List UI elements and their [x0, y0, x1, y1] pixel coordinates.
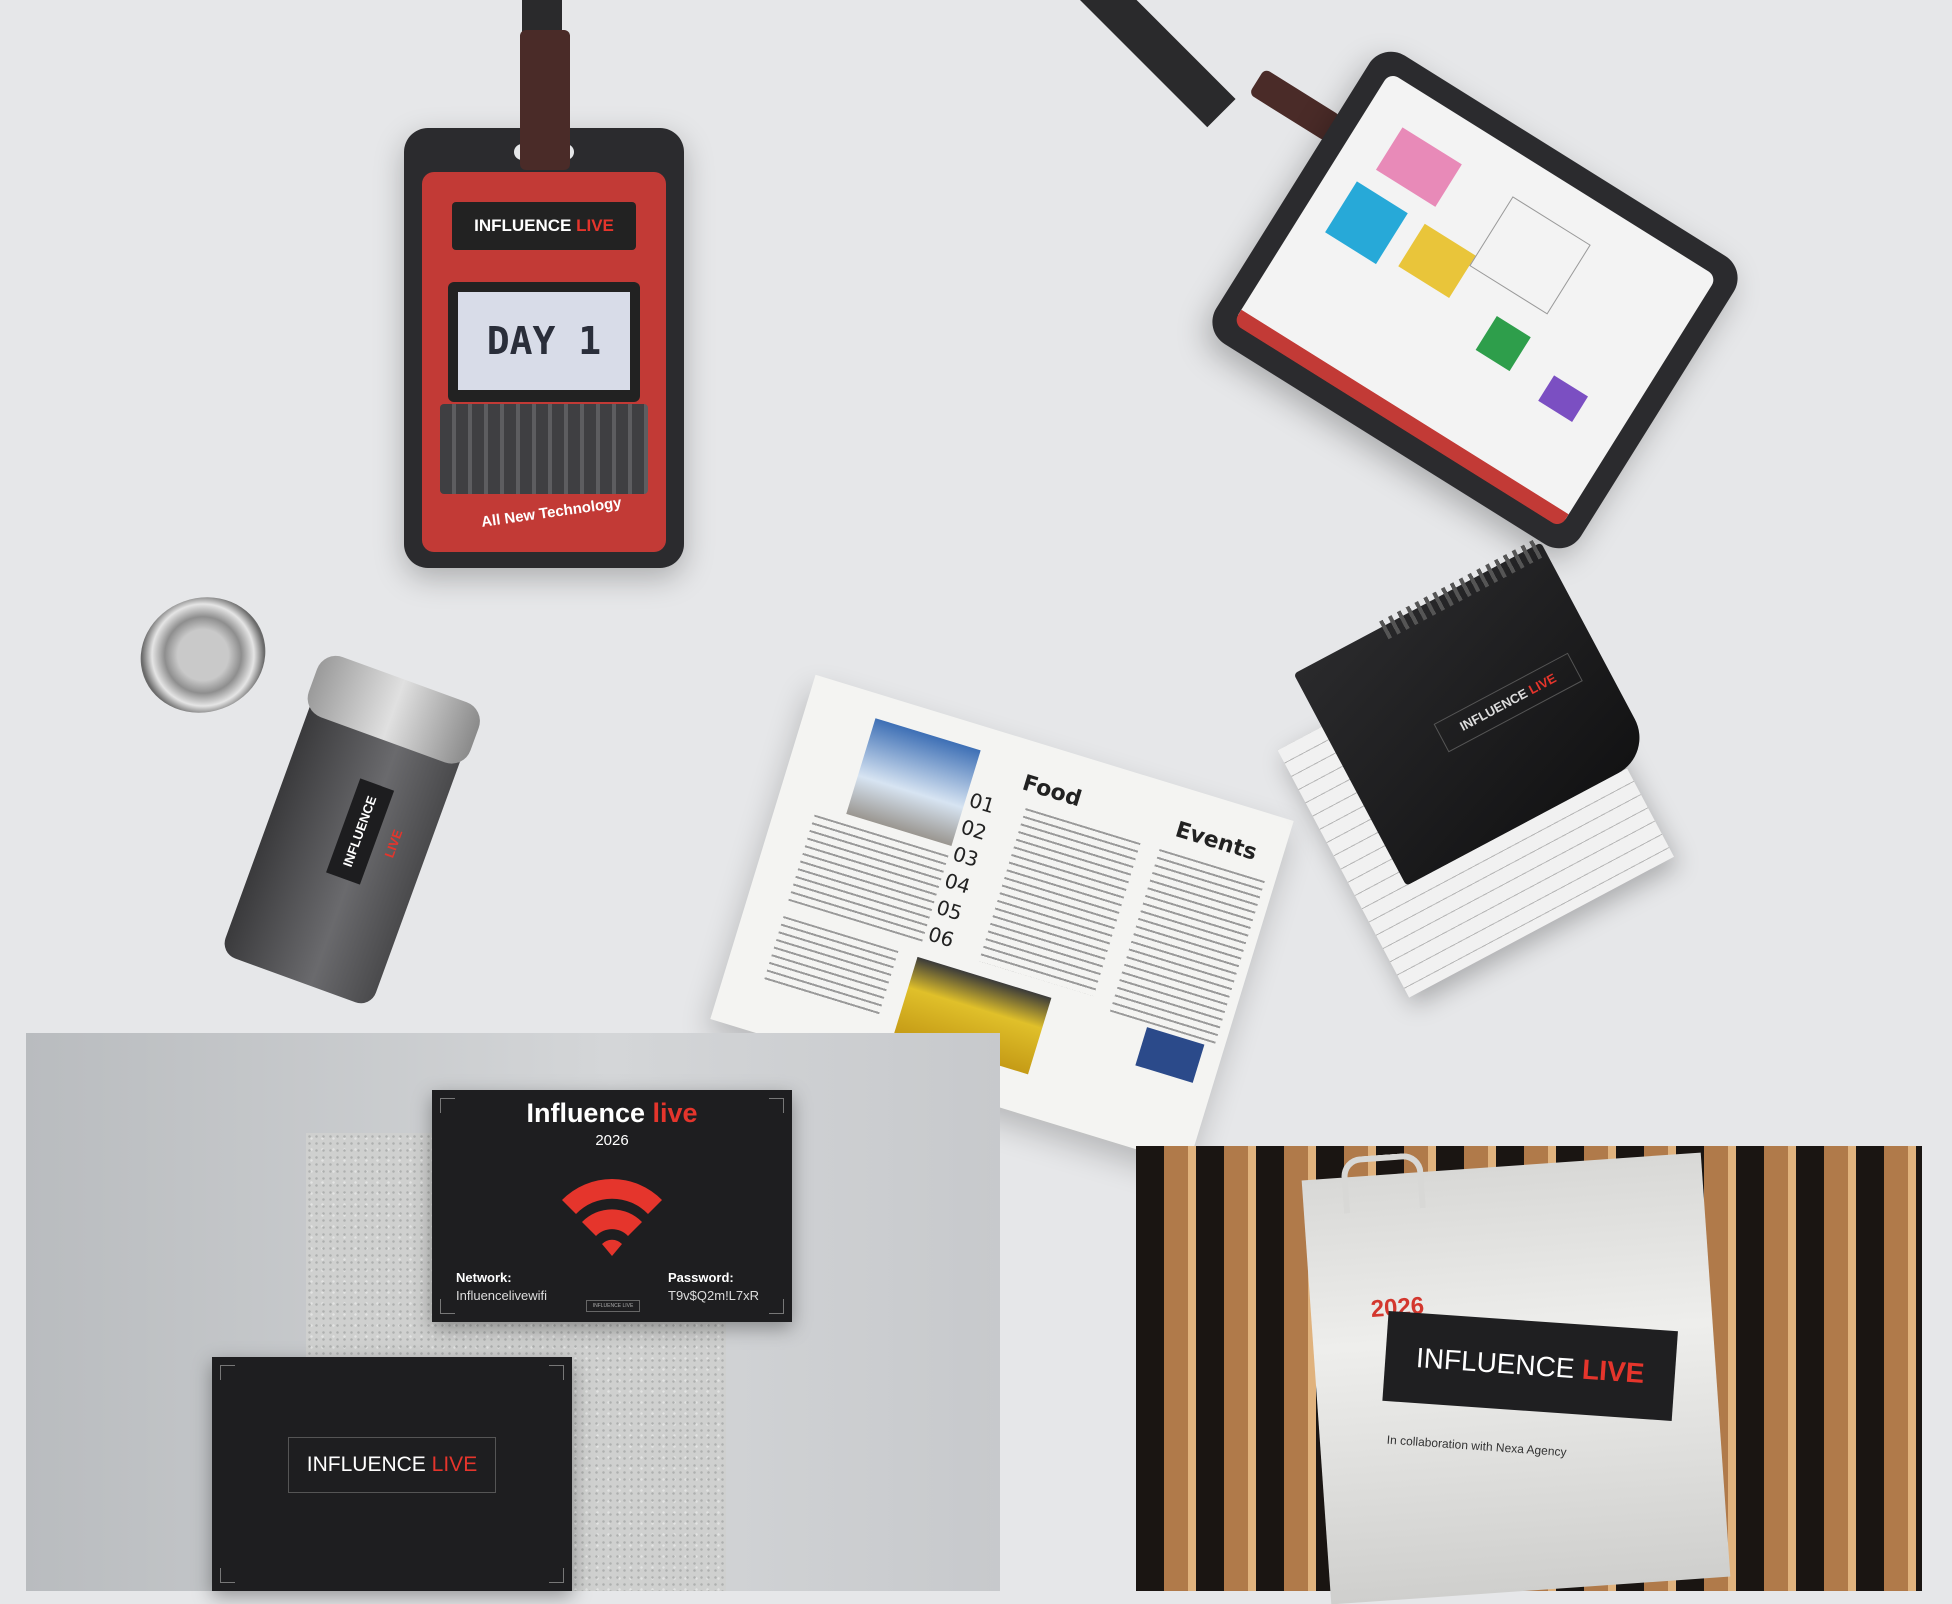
badge-card: INFLUENCE LIVE DAY 1 All New Technology — [422, 172, 666, 552]
tote-logo: INFLUENCE LIVE — [1382, 1310, 1678, 1421]
tote-scene: 2026 INFLUENCE LIVE In collaboration wit… — [1136, 1146, 1922, 1604]
wifi-card: Influence live 2026 Network: Influenceli… — [432, 1090, 792, 1322]
network-label: Network: — [456, 1270, 512, 1285]
password-label: Password: — [668, 1270, 734, 1285]
map-zone-pink — [1375, 127, 1462, 207]
wifi-card-year: 2026 — [595, 1132, 629, 1149]
map-zone-purple — [1538, 375, 1589, 422]
map-badge — [1202, 41, 1748, 559]
wifi-icon — [562, 1178, 662, 1256]
tote-bag: 2026 INFLUENCE LIVE In collaboration wit… — [1301, 1152, 1731, 1604]
day-label: DAY 1 — [458, 292, 630, 390]
wifi-card-mini-logo: INFLUENCE LIVE — [586, 1300, 640, 1312]
business-card: INFLUENCE LIVE — [212, 1357, 572, 1591]
notebook: INFLUENCE LIVE — [1250, 537, 1701, 998]
badge-logo: INFLUENCE LIVE — [452, 202, 636, 250]
map-zone-green — [1475, 316, 1531, 372]
venue-map — [1232, 72, 1718, 528]
brochure-text-block — [763, 915, 899, 1019]
business-card-logo: INFLUENCE LIVE — [288, 1437, 496, 1493]
lanyard-strap-2 — [1080, 0, 1236, 128]
map-zone-blue — [1325, 181, 1408, 265]
map-hall — [1469, 196, 1591, 315]
wifi-card-title: Influence live — [526, 1098, 698, 1128]
map-zone-yellow — [1398, 223, 1476, 298]
laptop-screen: DAY 1 — [448, 282, 640, 402]
notebook-logo: INFLUENCE LIVE — [1433, 652, 1583, 753]
tote-handle — [1340, 1152, 1426, 1214]
tumbler-lid — [124, 579, 282, 731]
laptop-keyboard — [440, 404, 648, 494]
password-value: T9v$Q2m!L7xR — [668, 1288, 760, 1303]
network-value: Influencelivewifi — [456, 1288, 548, 1303]
card-scene: Influence live 2026 Network: Influenceli… — [26, 1033, 1000, 1591]
day-badge: INFLUENCE LIVE DAY 1 All New Technology — [404, 128, 684, 568]
lanyard-clip — [520, 30, 570, 170]
badge-tagline: All New Technology — [480, 494, 623, 531]
tote-collab-text: In collaboration with Nexa Agency — [1386, 1432, 1567, 1460]
brochure-text-block — [1109, 848, 1265, 1044]
